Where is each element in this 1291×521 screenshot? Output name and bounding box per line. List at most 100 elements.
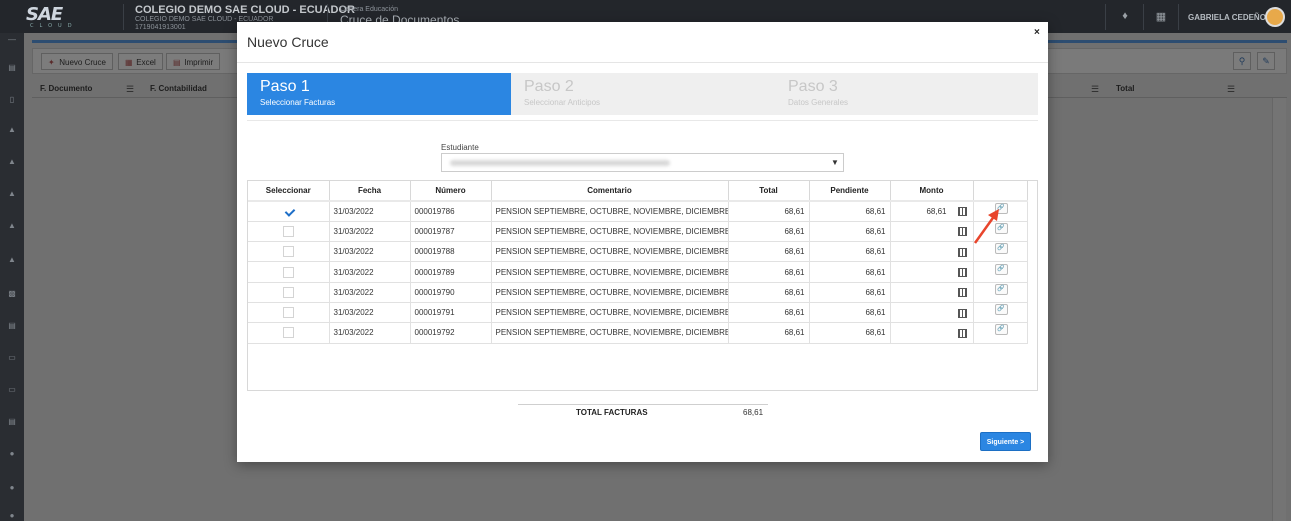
select-checkbox[interactable] [282,205,294,217]
table-row[interactable]: 31/03/2022 000019789 PENSION SEPTIEMBRE, O… [248,261,1028,283]
link-icon[interactable]: 🔗 [994,263,1008,275]
chevron-down-icon: ▼ [831,158,839,167]
table-row[interactable]: 31/03/2022 000019786 PENSION SEPTIEMBRE, O… [248,199,1028,222]
users-icon[interactable]: ● [5,449,19,459]
pending-cell: 68,61 [809,199,891,222]
step-2[interactable]: Paso 2 Seleccionar Anticipos [511,73,775,115]
calculator-icon[interactable] [957,308,967,318]
select-cell [248,322,330,344]
col-accounting-date[interactable]: F. Contabilidad [150,84,207,93]
bank-icon[interactable]: ▤ [5,321,19,331]
select-checkbox[interactable] [282,286,294,298]
calculator-icon[interactable] [957,268,967,278]
table-row[interactable]: 31/03/2022 000019790 PENSION SEPTIEMBRE, O… [248,282,1028,303]
select-checkbox[interactable] [282,225,294,237]
grid-scrollbar[interactable] [1272,98,1286,521]
id-card-icon[interactable]: ▤ [5,417,19,427]
new-cross-button[interactable]: ✦ Nuevo Cruce [41,53,113,70]
link-icon[interactable]: 🔗 [994,283,1008,295]
graduation-icon[interactable]: ▲ [5,189,19,199]
step-1[interactable]: Paso 1 Seleccionar Facturas [247,73,511,115]
filter-icon[interactable]: ☰ [1227,84,1235,95]
left-sidebar: — ▤ ▯ ▲ ▲ ▲ ▲ ▲ ▩ ▤ ▭ ▭ ▤ ● ● ● [0,33,24,521]
date-cell: 31/03/2022 [329,322,411,344]
graduation-icon-active[interactable]: ▲ [5,255,19,265]
student-select[interactable]: ▼ [441,153,844,172]
calculator-icon[interactable] [957,328,967,338]
amount-cell[interactable] [890,322,974,344]
amount-cell[interactable]: 68,61 [890,199,974,222]
calculator-icon[interactable] [957,227,967,237]
eraser-icon[interactable]: ✎ [1257,52,1275,70]
app-logo: SAE CLOUD [26,4,78,29]
calculator-icon[interactable] [957,207,967,217]
money-icon[interactable]: ▩ [5,289,19,299]
select-cell [248,199,330,222]
amount-cell[interactable] [890,241,974,263]
dashboard-icon[interactable]: ▤ [5,63,19,73]
filter-icon[interactable]: ☰ [126,84,134,95]
user-name[interactable]: GABRIELA CEDEÑO [1188,13,1266,22]
divider [237,62,1048,63]
print-icon: ▤ [173,58,181,67]
select-checkbox[interactable] [282,307,294,319]
graduation-icon[interactable]: ▲ [5,157,19,167]
table-row[interactable]: 31/03/2022 000019788 PENSION SEPTIEMBRE, O… [248,241,1028,263]
filter-icon[interactable]: ☰ [1091,84,1099,95]
select-checkbox[interactable] [282,246,294,258]
total-cell: 68,61 [728,261,810,283]
step-3[interactable]: Paso 3 Datos Generales [775,73,1039,115]
pending-cell: 68,61 [809,221,891,243]
close-icon[interactable]: × [1034,27,1040,38]
col-date: Fecha [329,181,411,202]
apps-grid-icon[interactable]: ▦ [1154,10,1168,24]
comment-cell: PENSION SEPTIEMBRE, OCTUBRE, NOVIEMBRE, … [491,199,729,222]
student-name-redacted [450,160,670,166]
bell-icon[interactable]: ♦ [1118,10,1132,24]
select-checkbox[interactable] [282,327,294,339]
link-icon[interactable]: 🔗 [994,304,1008,316]
search-icon[interactable]: ⚲ [1233,52,1251,70]
number-cell: 000019789 [410,261,492,283]
users-icon[interactable]: ● [5,511,19,521]
divider [1178,4,1179,30]
folder-icon[interactable]: ▭ [5,353,19,363]
date-cell: 31/03/2022 [329,302,411,324]
select-cell [248,261,330,283]
amount-cell[interactable] [890,221,974,243]
col-total[interactable]: Total [1116,84,1135,93]
graduation-icon[interactable]: ▲ [5,221,19,231]
total-cell: 68,61 [728,302,810,324]
total-invoices-label: TOTAL FACTURAS [576,408,648,417]
menu-icon[interactable]: — [5,35,19,45]
total-cell: 68,61 [728,241,810,263]
table-row[interactable]: 31/03/2022 000019792 PENSION SEPTIEMBRE, O… [248,322,1028,344]
calculator-icon[interactable] [957,247,967,257]
new-cross-modal: Nuevo Cruce × Paso 1 Seleccionar Factura… [237,22,1048,462]
pending-cell: 68,61 [809,302,891,324]
excel-button[interactable]: ▦ Excel [118,53,163,70]
next-button[interactable]: Siguiente > [980,432,1031,451]
pending-cell: 68,61 [809,322,891,344]
table-row[interactable]: 31/03/2022 000019787 PENSION SEPTIEMBRE, O… [248,221,1028,243]
col-doc-date[interactable]: F. Documento [40,84,92,93]
users-icon[interactable]: ● [5,483,19,493]
print-button[interactable]: ▤ Imprimir [166,53,221,70]
folder-icon[interactable]: ▭ [5,385,19,395]
amount-cell[interactable] [890,302,974,324]
calculator-icon[interactable] [957,288,967,298]
amount-cell[interactable] [890,282,974,303]
select-checkbox[interactable] [282,266,294,278]
number-cell: 000019787 [410,221,492,243]
avatar[interactable] [1265,7,1285,27]
amount-cell[interactable] [890,261,974,283]
total-cell: 68,61 [728,199,810,222]
module-category: Cartera Educación [340,6,398,13]
graduation-icon[interactable]: ▲ [5,125,19,135]
link-icon[interactable]: 🔗 [994,324,1008,336]
document-icon[interactable]: ▯ [5,95,19,105]
date-cell: 31/03/2022 [329,241,411,263]
table-row[interactable]: 31/03/2022 000019791 PENSION SEPTIEMBRE, O… [248,302,1028,324]
comment-cell: PENSION SEPTIEMBRE, OCTUBRE, NOVIEMBRE, … [491,241,729,263]
col-number: Número [410,181,492,202]
